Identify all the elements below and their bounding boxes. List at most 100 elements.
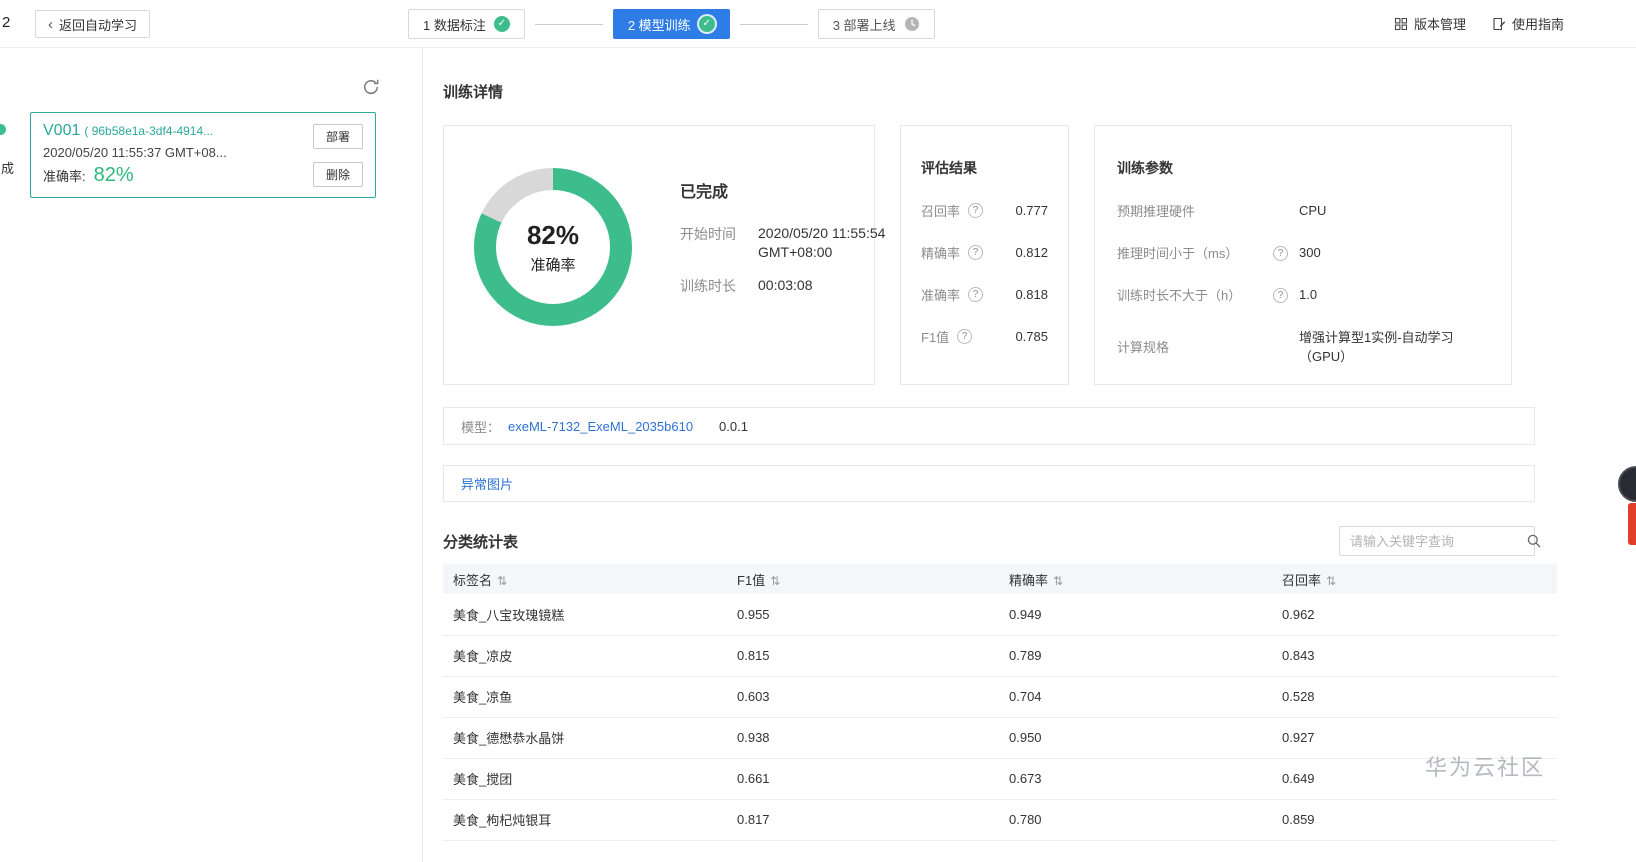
sort-icon[interactable]: ⇅ [770, 574, 780, 588]
version-manage-label: 版本管理 [1414, 14, 1466, 33]
help-icon[interactable]: ? [1273, 246, 1288, 261]
cell-precision: 0.780 [999, 799, 1272, 840]
evaluation-title: 评估结果 [921, 158, 1048, 178]
cell-label: 美食_八宝玫瑰镜糕 [443, 594, 727, 635]
training-detail-panel: 训练详情 82% 准确率 已完成 开始时间 2020/05/20 11:55:5… [424, 48, 1636, 862]
training-status-info: 已完成 开始时间 2020/05/20 11:55:54 GMT+08:00 训… [680, 168, 908, 384]
donut-center: 82% 准确率 [496, 190, 610, 304]
compute-spec-row: 计算规格 增强计算型1实例-自动学习（GPU） [1117, 327, 1491, 365]
col-precision[interactable]: 精确率⇅ [999, 564, 1272, 594]
cell-precision: 0.950 [999, 717, 1272, 758]
hardware-label: 预期推理硬件 [1117, 201, 1265, 220]
max-duration-value: 1.0 [1299, 287, 1317, 302]
model-label: 模型： [461, 417, 500, 436]
version-card[interactable]: V001 ( 96b58e1a-3df4-4914... 2020/05/20 1… [30, 112, 376, 198]
help-icon[interactable]: ? [968, 203, 983, 218]
inference-time-row: 推理时间小于（ms） ? 300 [1117, 243, 1491, 262]
edge-clipped-text: 2 [2, 14, 10, 31]
help-icon[interactable]: ? [968, 245, 983, 260]
f1-row: F1值 ? 0.785 [921, 327, 1048, 346]
precision-value: 0.812 [1015, 245, 1048, 260]
step-connector [740, 24, 808, 25]
col-label-name[interactable]: 标签名⇅ [443, 564, 727, 594]
back-button-label: 返回自动学习 [59, 15, 137, 34]
help-icon[interactable]: ? [968, 287, 983, 302]
stats-title: 分类统计表 [443, 531, 518, 552]
start-time-row: 开始时间 2020/05/20 11:55:54 GMT+08:00 [680, 224, 908, 262]
step-model-training[interactable]: 2 模型训练 ✓ [613, 9, 730, 39]
table-header-row: 标签名⇅ F1值⇅ 精确率⇅ 召回率⇅ [443, 564, 1557, 594]
cell-recall: 0.649 [1272, 758, 1557, 799]
help-icon[interactable]: ? [957, 329, 972, 344]
summary-cards: 82% 准确率 已完成 开始时间 2020/05/20 11:55:54 GMT… [443, 125, 1636, 385]
header-actions: 版本管理 使用指南 [1394, 14, 1564, 33]
cell-recall: 0.528 [1272, 676, 1557, 717]
cell-precision: 0.673 [999, 758, 1272, 799]
cell-precision: 0.704 [999, 676, 1272, 717]
precision-label: 精确率 [921, 243, 960, 262]
sort-icon[interactable]: ⇅ [1326, 574, 1336, 588]
back-button[interactable]: ‹ 返回自动学习 [35, 10, 150, 38]
top-bar: 2 ‹ 返回自动学习 1 数据标注 ✓ 2 模型训练 ✓ 3 部署上线 版本管理 [0, 0, 1636, 48]
guide-link[interactable]: 使用指南 [1492, 14, 1564, 33]
cell-recall: 0.843 [1272, 635, 1557, 676]
col-f1[interactable]: F1值⇅ [727, 564, 999, 594]
f1-value: 0.785 [1015, 329, 1048, 344]
cell-label: 美食_德懋恭水晶饼 [443, 717, 727, 758]
cell-label: 美食_搅团 [443, 758, 727, 799]
step-connector [535, 24, 603, 25]
cell-label: 美食_凉鱼 [443, 676, 727, 717]
col-recall[interactable]: 召回率⇅ [1272, 564, 1557, 594]
cell-f1: 0.955 [727, 594, 999, 635]
delete-button[interactable]: 删除 [313, 162, 363, 187]
version-manage-link[interactable]: 版本管理 [1394, 14, 1466, 33]
duration-row: 训练时长 00:03:08 [680, 276, 908, 296]
cell-recall: 0.962 [1272, 594, 1557, 635]
refresh-icon[interactable] [362, 78, 380, 96]
donut-percent: 82% [527, 220, 579, 251]
abnormal-images-link[interactable]: 异常图片 [461, 474, 513, 493]
version-id: ( 96b58e1a-3df4-4914... [84, 124, 213, 138]
evaluation-card: 评估结果 召回率 ? 0.777 精确率 ? 0.812 准确率 ? 0.818… [900, 125, 1069, 385]
duration-label: 训练时长 [680, 276, 742, 296]
table-row: 美食_枸杞炖银耳 0.817 0.780 0.859 [443, 799, 1557, 840]
model-bar: 模型： exeML-7132_ExeML_2035b610 0.0.1 [443, 407, 1535, 445]
start-time-label: 开始时间 [680, 224, 742, 262]
cell-f1: 0.817 [727, 799, 999, 840]
version-sidebar: 成 V001 ( 96b58e1a-3df4-4914... 2020/05/20… [0, 48, 423, 862]
edge-status-dot [0, 124, 6, 135]
step-data-labeling[interactable]: 1 数据标注 ✓ [408, 9, 525, 39]
deploy-button[interactable]: 部署 [313, 124, 363, 149]
duration-value: 00:03:08 [758, 276, 908, 296]
sort-icon[interactable]: ⇅ [497, 574, 507, 588]
accuracy-donut: 82% 准确率 [474, 168, 632, 326]
chevron-left-icon: ‹ [48, 17, 53, 32]
cell-f1: 0.938 [727, 717, 999, 758]
stats-table: 标签名⇅ F1值⇅ 精确率⇅ 召回率⇅ 美食_八宝玫瑰镜糕 0.955 0.94… [443, 564, 1557, 841]
params-title: 训练参数 [1117, 158, 1491, 178]
edge-clipped-label: 成 [1, 158, 14, 177]
inference-time-label: 推理时间小于（ms） [1117, 243, 1265, 262]
help-icon[interactable]: ? [1273, 288, 1288, 303]
version-date: 2020/05/20 11:55:37 GMT+08... [43, 145, 227, 160]
model-link[interactable]: exeML-7132_ExeML_2035b610 [508, 419, 693, 434]
accuracy-label: 准确率: [43, 166, 86, 185]
clock-icon [904, 16, 920, 32]
cell-precision: 0.789 [999, 635, 1272, 676]
search-input[interactable] [1350, 534, 1526, 549]
sort-icon[interactable]: ⇅ [1053, 574, 1063, 588]
accuracy-label: 准确率 [921, 285, 960, 304]
version-name: V001 [43, 122, 80, 139]
cell-label: 美食_凉皮 [443, 635, 727, 676]
page-title: 训练详情 [443, 81, 1636, 102]
search-icon[interactable] [1526, 533, 1542, 549]
max-duration-label: 训练时长不大于（h） [1117, 285, 1265, 304]
version-card-buttons: 部署 删除 [313, 122, 363, 188]
step-deploy[interactable]: 3 部署上线 [818, 9, 935, 39]
max-duration-row: 训练时长不大于（h） ? 1.0 [1117, 285, 1491, 304]
donut-percent-label: 准确率 [530, 254, 575, 275]
workflow-steps: 1 数据标注 ✓ 2 模型训练 ✓ 3 部署上线 [408, 9, 935, 39]
abnormal-images-bar: 异常图片 [443, 465, 1535, 502]
recall-label: 召回率 [921, 201, 960, 220]
feedback-tab[interactable] [1628, 503, 1636, 545]
